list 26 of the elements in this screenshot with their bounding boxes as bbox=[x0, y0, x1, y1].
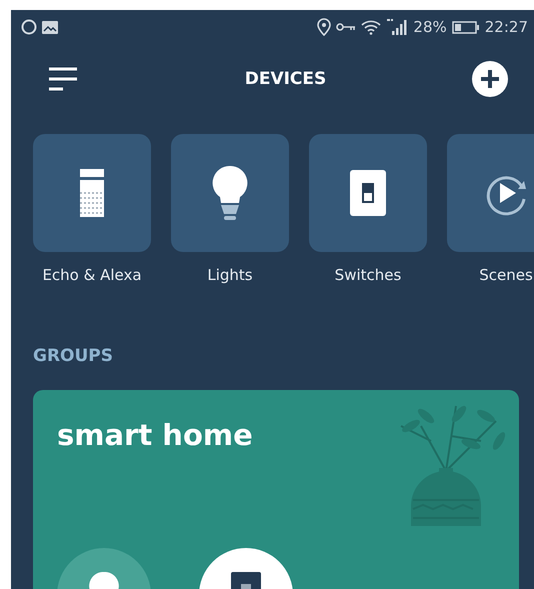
category-tile[interactable] bbox=[447, 134, 534, 252]
light-switch-icon bbox=[350, 170, 386, 216]
signal-icon bbox=[386, 18, 408, 36]
category-tile[interactable] bbox=[33, 134, 151, 252]
category-tile[interactable] bbox=[309, 134, 427, 252]
clock-time: 22:27 bbox=[484, 18, 528, 36]
category-tile[interactable] bbox=[171, 134, 289, 252]
key-icon bbox=[336, 22, 356, 32]
battery-percent: 28% bbox=[413, 18, 447, 36]
location-pin-icon bbox=[317, 18, 332, 36]
category-label: Echo & Alexa bbox=[42, 266, 142, 284]
speaker-icon bbox=[80, 169, 104, 217]
image-icon bbox=[42, 20, 58, 34]
section-heading: GROUPS bbox=[33, 346, 114, 366]
group-card[interactable]: smart home bbox=[33, 390, 519, 589]
add-button[interactable] bbox=[472, 61, 508, 97]
battery-icon bbox=[452, 20, 480, 34]
menu-button[interactable] bbox=[47, 67, 79, 91]
category-label: Lights bbox=[207, 266, 253, 284]
light-bulb-icon bbox=[212, 166, 248, 220]
page-title: DEVICES bbox=[244, 69, 326, 89]
ring-icon bbox=[21, 19, 37, 35]
wifi-icon bbox=[361, 19, 382, 35]
category-label: Scenes bbox=[479, 266, 533, 284]
category-label: Switches bbox=[334, 266, 402, 284]
group-name: smart home bbox=[57, 418, 253, 452]
